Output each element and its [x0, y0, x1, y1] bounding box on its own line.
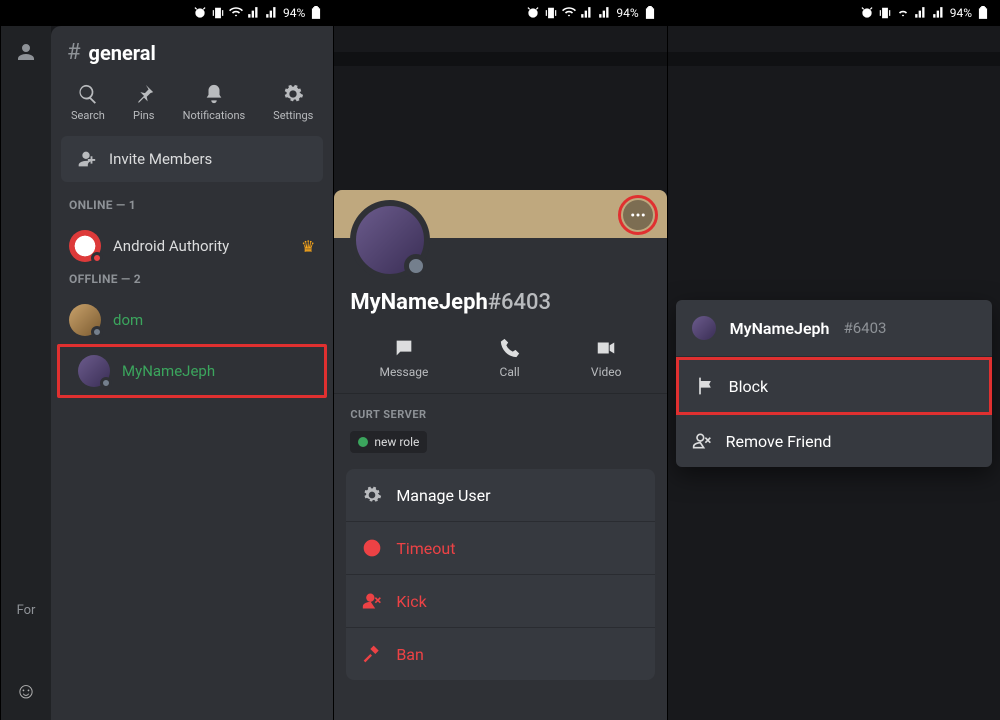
- status-bar: 94%: [334, 0, 666, 26]
- role-chip[interactable]: new role: [350, 431, 427, 453]
- member-mynamejeph[interactable]: MyNameJeph: [60, 347, 324, 395]
- more-menu-popup: MyNameJeph#6403 Block Remove Friend: [676, 300, 992, 467]
- invite-members-button[interactable]: Invite Members: [61, 136, 323, 182]
- flag-icon: [695, 376, 715, 396]
- avatar: [69, 304, 101, 336]
- gear-icon: [362, 485, 382, 505]
- video-icon: [595, 337, 617, 359]
- search-icon: [77, 83, 99, 105]
- wifi-icon: [229, 6, 243, 20]
- hammer-icon: [362, 644, 382, 664]
- server-section-label: CURT SERVER: [334, 394, 666, 431]
- profile-actions: Message Call Video: [334, 329, 666, 394]
- gear-icon: [282, 83, 304, 105]
- channel-header[interactable]: # general: [51, 40, 333, 77]
- admin-options: Manage User Timeout Kick Ban: [346, 469, 654, 680]
- role-color-dot: [358, 437, 368, 447]
- section-online: ONLINE — 1: [51, 196, 333, 222]
- popup-header: MyNameJeph#6403: [676, 300, 992, 357]
- video-button[interactable]: Video: [591, 337, 622, 379]
- profile-sheet: MyNameJeph#6403 Message Call Video CURT …: [334, 190, 666, 720]
- battery-icon: [643, 6, 657, 20]
- battery-icon: [309, 6, 323, 20]
- user-remove-icon: [362, 591, 382, 611]
- vibrate-icon: [211, 6, 225, 20]
- pin-icon: [133, 83, 155, 105]
- emoji-icon[interactable]: ☺: [15, 678, 37, 704]
- battery-percent: 94%: [616, 6, 638, 20]
- profile-avatar[interactable]: [350, 200, 430, 280]
- ban-button[interactable]: Ban: [346, 628, 654, 680]
- user-remove-icon: [692, 431, 712, 451]
- pins-button[interactable]: Pins: [133, 83, 155, 122]
- channel-name: general: [89, 41, 156, 65]
- vibrate-icon: [878, 6, 892, 20]
- member-android-authority[interactable]: Android Authority ♛: [51, 222, 333, 270]
- timeout-button[interactable]: Timeout: [346, 522, 654, 575]
- screenshot-1: 94% For ☺ # general Search Pins Notifica…: [0, 0, 333, 720]
- kick-button[interactable]: Kick: [346, 575, 654, 628]
- signal-icon-2: [932, 6, 946, 20]
- alarm-icon: [860, 6, 874, 20]
- notifications-button[interactable]: Notifications: [183, 83, 246, 122]
- signal-icon-2: [598, 6, 612, 20]
- section-offline: OFFLINE — 2: [51, 270, 333, 296]
- avatar: [78, 355, 110, 387]
- hash-icon: #: [67, 40, 81, 65]
- bell-icon: [203, 83, 225, 105]
- manage-user-button[interactable]: Manage User: [346, 469, 654, 522]
- member-dom[interactable]: dom: [51, 296, 333, 344]
- crown-icon: ♛: [301, 237, 315, 256]
- member-list-panel: # general Search Pins Notifications Sett…: [51, 26, 333, 720]
- battery-percent: 94%: [283, 6, 305, 20]
- members-icon[interactable]: [14, 40, 38, 64]
- status-bar: 94%: [1, 0, 333, 26]
- block-button[interactable]: Block: [676, 357, 992, 415]
- signal-icon: [247, 6, 261, 20]
- alarm-icon: [526, 6, 540, 20]
- vibrate-icon: [544, 6, 558, 20]
- left-rail: For ☺: [1, 26, 51, 720]
- settings-button[interactable]: Settings: [273, 83, 313, 122]
- message-icon: [393, 337, 415, 359]
- status-bar: 94%: [668, 0, 1000, 26]
- signal-icon-2: [265, 6, 279, 20]
- signal-icon: [914, 6, 928, 20]
- avatar-small: [692, 316, 716, 340]
- alarm-icon: [193, 6, 207, 20]
- screenshot-3: 94% #general Search Pins Notifications S…: [667, 0, 1000, 720]
- battery-percent: 94%: [950, 6, 972, 20]
- message-button[interactable]: Message: [379, 337, 428, 379]
- wifi-icon: [896, 6, 910, 20]
- battery-icon: [976, 6, 990, 20]
- wifi-icon: [562, 6, 576, 20]
- highlight-box: MyNameJeph: [57, 344, 327, 398]
- avatar: [69, 230, 101, 262]
- call-icon: [499, 337, 521, 359]
- profile-banner: [334, 190, 666, 238]
- search-button[interactable]: Search: [71, 83, 105, 122]
- more-button[interactable]: [623, 200, 653, 230]
- remove-friend-button[interactable]: Remove Friend: [676, 415, 992, 467]
- add-user-icon: [75, 148, 97, 170]
- more-icon: [629, 206, 647, 224]
- clock-icon: [362, 538, 382, 558]
- signal-icon: [580, 6, 594, 20]
- for-label: For: [17, 603, 36, 618]
- channel-toolbar: Search Pins Notifications Settings: [51, 77, 333, 136]
- call-button[interactable]: Call: [499, 337, 521, 379]
- screenshot-2: 94% #general Search Pins Notifications S…: [333, 0, 666, 720]
